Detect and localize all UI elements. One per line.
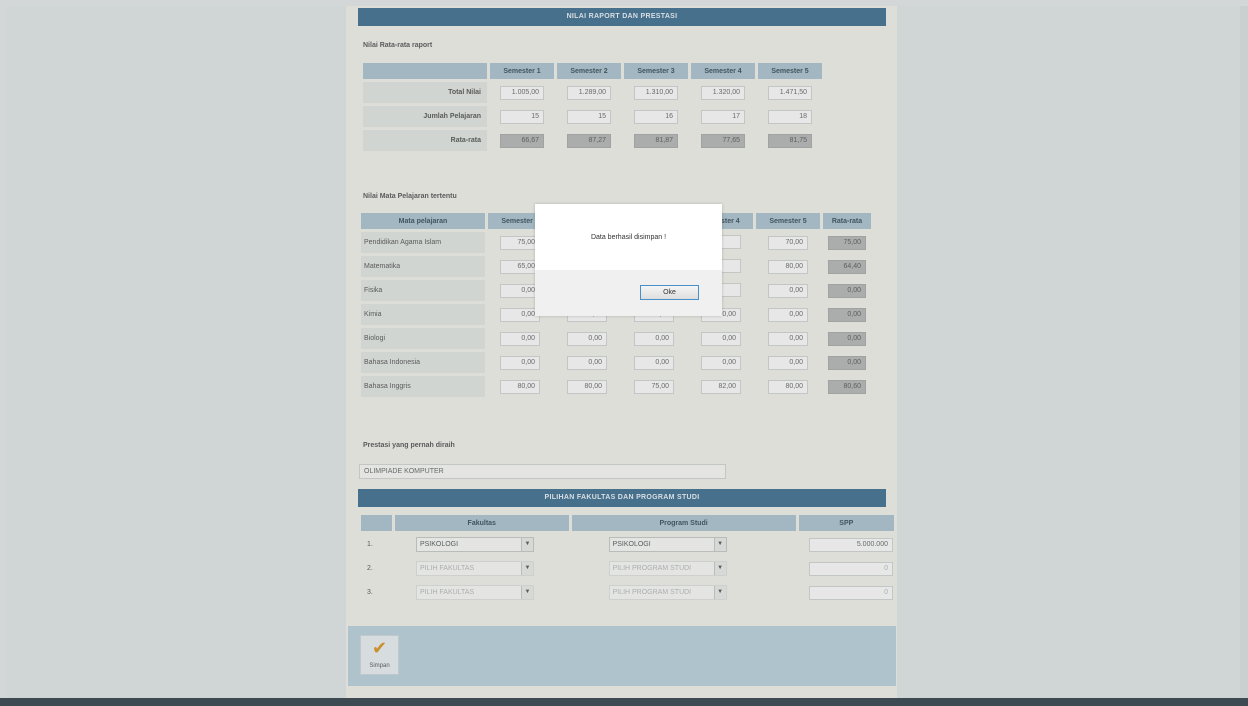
alert-dialog: Data berhasil disimpan ! Oke: [535, 204, 722, 316]
ok-button[interactable]: Oke: [640, 285, 699, 300]
dialog-message: Data berhasil disimpan !: [590, 234, 667, 241]
dialog-button-bar: Oke: [535, 270, 722, 316]
bottom-taskbar: [0, 698, 1248, 706]
modal-overlay: [0, 0, 1248, 706]
